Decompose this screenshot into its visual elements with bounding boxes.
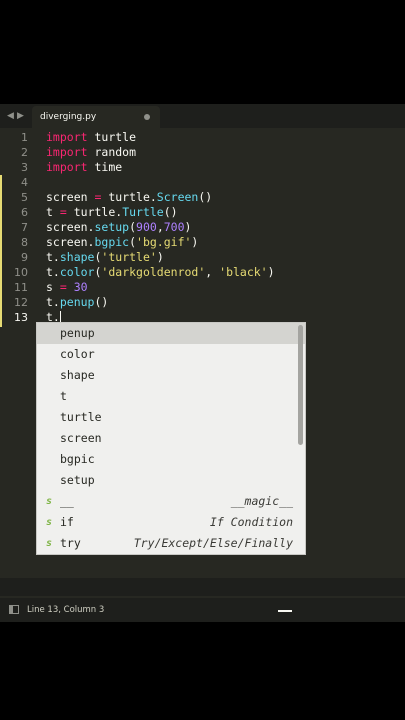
- autocomplete-item-hint: If Condition: [209, 515, 293, 529]
- code-line-5: screen = turtle.Screen(): [46, 190, 213, 204]
- snippet-icon: s: [45, 517, 53, 528]
- tab-forward-arrow-icon[interactable]: ▶: [17, 104, 24, 128]
- code-line-2: import random: [46, 145, 137, 159]
- autocomplete-item-label: setup: [60, 473, 95, 487]
- autocomplete-item-hint: __magic__: [230, 494, 293, 508]
- code-line-3: import time: [46, 160, 123, 174]
- line-number: 5: [21, 191, 28, 204]
- tab-bar: ◀ ▶ diverging.py: [0, 104, 405, 128]
- code-area[interactable]: import turtle import random import time …: [46, 130, 275, 325]
- status-indicator: [278, 610, 292, 612]
- autocomplete-item-label: try: [60, 536, 81, 550]
- autocomplete-item-label: screen: [60, 431, 102, 445]
- line-number: 6: [21, 206, 28, 219]
- autocomplete-item[interactable]: s __ __magic__: [37, 491, 305, 512]
- line-number: 4: [21, 176, 28, 189]
- line-number: 8: [21, 236, 28, 249]
- line-number: 1: [21, 131, 28, 144]
- autocomplete-item-label: penup: [60, 326, 95, 340]
- autocomplete-item[interactable]: bgpic: [37, 449, 305, 470]
- autocomplete-item-label: __: [60, 494, 74, 508]
- tab-filename: diverging.py: [40, 112, 97, 122]
- unsaved-dot-icon[interactable]: [144, 114, 150, 120]
- autocomplete-item[interactable]: s try Try/Except/Else/Finally: [37, 533, 305, 554]
- line-number: 3: [21, 161, 28, 174]
- panel-toggle-icon[interactable]: [9, 605, 19, 614]
- autocomplete-item-label: color: [60, 347, 95, 361]
- line-number-gutter: 1 2 3 4 5 6 7 8 9 10 11 12 13: [0, 130, 40, 325]
- code-line-10: t.color('darkgoldenrod', 'black'): [46, 265, 275, 279]
- code-line-1: import turtle: [46, 130, 137, 144]
- tab-back-arrow-icon[interactable]: ◀: [7, 104, 14, 128]
- file-tab[interactable]: diverging.py: [32, 106, 160, 128]
- autocomplete-item-label: if: [60, 515, 74, 529]
- status-bar: Line 13, Column 3: [0, 598, 405, 622]
- autocomplete-item[interactable]: color: [37, 344, 305, 365]
- autocomplete-item-label: turtle: [60, 410, 102, 424]
- autocomplete-item[interactable]: turtle: [37, 407, 305, 428]
- autocomplete-list: penup color shape t turtle screen bgpic setup s _…: [37, 323, 305, 554]
- autocomplete-item[interactable]: shape: [37, 365, 305, 386]
- code-line-8: screen.bgpic('bg.gif'): [46, 235, 199, 249]
- line-number: 10: [14, 266, 28, 279]
- cursor-position: Line 13, Column 3: [27, 605, 105, 615]
- line-number: 12: [14, 296, 28, 309]
- horizontal-scrollbar[interactable]: [0, 578, 405, 596]
- snippet-icon: s: [45, 538, 53, 549]
- line-number: 13: [14, 311, 28, 324]
- autocomplete-item-label: t: [60, 389, 67, 403]
- autocomplete-item-label: bgpic: [60, 452, 95, 466]
- autocomplete-scrollbar[interactable]: [298, 325, 303, 445]
- autocomplete-item-label: shape: [60, 368, 95, 382]
- snippet-icon: s: [45, 496, 53, 507]
- line-number: 11: [14, 281, 28, 294]
- code-line-12: t.penup(): [46, 295, 109, 309]
- code-line-11: s = 30: [46, 280, 88, 294]
- code-line-7: screen.setup(900,700): [46, 220, 192, 234]
- line-number: 7: [21, 221, 28, 234]
- code-line-9: t.shape('turtle'): [46, 250, 164, 264]
- autocomplete-popup: penup color shape t turtle screen bgpic setup s _…: [36, 322, 306, 555]
- autocomplete-item-hint: Try/Except/Else/Finally: [133, 536, 293, 550]
- autocomplete-item[interactable]: setup: [37, 470, 305, 491]
- autocomplete-item[interactable]: s if If Condition: [37, 512, 305, 533]
- autocomplete-item[interactable]: t: [37, 386, 305, 407]
- autocomplete-item[interactable]: screen: [37, 428, 305, 449]
- line-number: 9: [21, 251, 28, 264]
- code-line-6: t = turtle.Turtle(): [46, 205, 178, 219]
- line-number: 2: [21, 146, 28, 159]
- autocomplete-item[interactable]: penup: [37, 323, 305, 344]
